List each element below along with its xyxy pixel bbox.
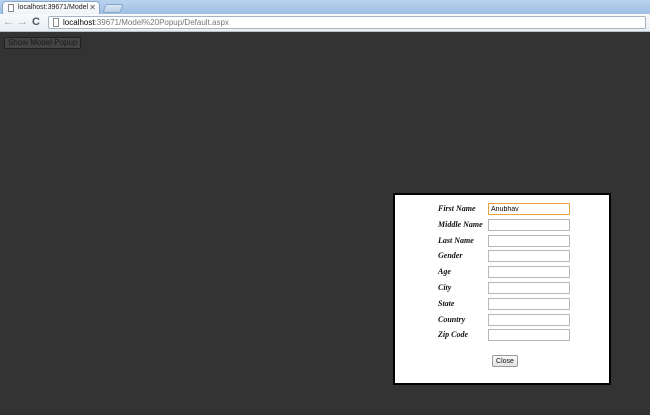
url-text: localhost:39671/Model%20Popup/Default.as… [63,17,229,28]
reload-icon[interactable]: C [32,15,40,29]
browser-tab-strip: localhost:39671/Model Po ✕ [0,0,650,14]
country-label: Country [438,314,466,324]
tab-title: localhost:39671/Model Po [18,4,90,11]
age-label: Age [438,267,451,277]
city-input[interactable] [488,282,570,294]
gender-input[interactable] [488,250,570,263]
middle-name-label: Middle Name [438,219,483,229]
gender-label: Gender [438,251,463,261]
new-tab-button[interactable] [102,4,124,13]
modal-popup: First Name Middle Name Last Name Gender Age C… [393,193,611,385]
zip-code-label: Zip Code [438,330,468,340]
city-label: City [438,283,452,292]
show-modal-popup-button[interactable]: Show Model Popup [4,37,82,49]
zip-code-input[interactable] [488,329,570,342]
page-icon [8,4,14,12]
address-bar[interactable]: localhost:39671/Model%20Popup/Default.as… [48,16,646,29]
state-label: State [438,298,455,308]
age-input[interactable] [488,266,570,279]
browser-toolbar: ← → C localhost:39671/Model%20Popup/Defa… [0,14,650,32]
browser-tab[interactable]: localhost:39671/Model Po ✕ [2,1,100,14]
page-icon [53,18,59,27]
close-tab-icon[interactable]: ✕ [89,2,96,13]
first-name-label: First Name [438,204,476,213]
url-host: localhost [63,18,95,27]
back-arrow-icon[interactable]: ← [3,15,14,29]
first-name-input[interactable] [488,203,570,215]
country-input[interactable] [488,313,570,326]
state-input[interactable] [488,297,570,310]
forward-arrow-icon[interactable]: → [17,15,28,29]
last-name-label: Last Name [438,235,474,245]
close-button[interactable]: Close [492,355,518,367]
last-name-input[interactable] [488,234,570,247]
url-path: :39671/Model%20Popup/Default.aspx [94,18,229,27]
middle-name-input[interactable] [488,218,570,231]
